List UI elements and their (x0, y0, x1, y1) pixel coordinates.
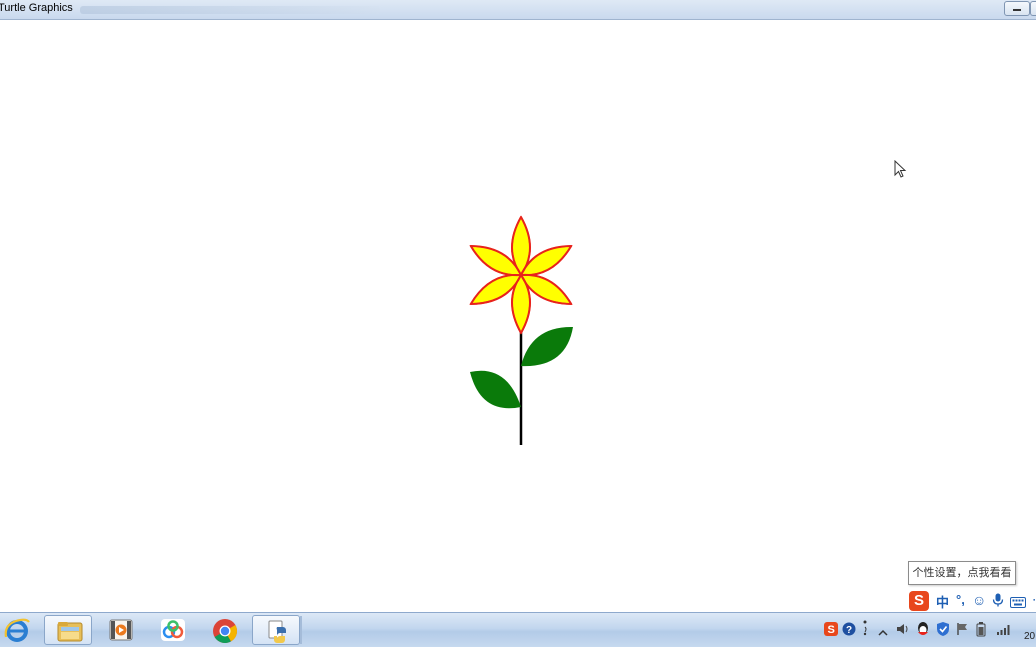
taskbar-python[interactable] (252, 615, 300, 645)
ime-emoji-icon[interactable]: ☺ (972, 592, 986, 608)
taskbar-file-explorer[interactable] (44, 615, 92, 645)
minimize-icon (1013, 9, 1021, 11)
media-player-icon (109, 619, 133, 641)
volume-icon[interactable] (896, 622, 910, 641)
ime-tooltip: 个性设置，点我看看 (908, 561, 1016, 585)
taskbar-divider (300, 616, 302, 644)
taskbar-clock[interactable]: 20 (1024, 631, 1035, 642)
qq-icon[interactable] (916, 621, 930, 642)
ime-more-icon[interactable]: ⋯ (1032, 592, 1036, 608)
python-icon (268, 620, 286, 643)
turtle-canvas[interactable] (0, 20, 1036, 612)
ime-mode-toggle[interactable]: 中 (936, 592, 949, 611)
flower-drawing (469, 215, 573, 445)
leaf-right (521, 326, 573, 367)
start-button[interactable] (2, 615, 32, 645)
svg-text:S: S (828, 624, 835, 636)
security-shield-icon[interactable] (936, 621, 950, 642)
window-title: Turtle Graphics (0, 2, 73, 14)
leaf-left (470, 370, 521, 409)
ime-keyboard-icon[interactable] (1010, 595, 1026, 613)
taskbar-chrome[interactable] (200, 615, 248, 645)
ime-status-bar[interactable]: S 中 °, ☺ ⋯ (908, 590, 1036, 612)
help-tray-icon[interactable]: ? (842, 622, 856, 641)
window-titlebar[interactable]: Turtle Graphics (0, 0, 1036, 20)
ime-punctuation-tray-icon[interactable] (862, 619, 872, 642)
action-center-flag-icon[interactable] (956, 622, 970, 641)
file-explorer-icon (57, 622, 83, 642)
ime-voice-icon[interactable] (992, 593, 1004, 612)
ie-icon (4, 618, 30, 642)
system-tray: S ? 20 (820, 613, 1036, 648)
svg-text:?: ? (846, 625, 852, 636)
titlebar-background-blur (80, 6, 380, 14)
tray-expand-icon[interactable] (878, 624, 888, 642)
baidu-netdisk-icon (161, 619, 185, 641)
sogou-logo-icon[interactable]: S (909, 591, 929, 611)
taskbar-media-player[interactable] (96, 615, 144, 645)
power-battery-icon[interactable] (976, 621, 986, 642)
ime-punctuation-toggle[interactable]: °, (956, 592, 965, 607)
minimize-button[interactable] (1004, 1, 1030, 16)
network-signal-icon[interactable] (996, 623, 1010, 641)
taskbar-netdisk[interactable] (148, 615, 196, 645)
sogou-tray-icon[interactable]: S (824, 622, 838, 641)
taskbar: S ? 20 (0, 612, 1036, 647)
mouse-cursor-icon (894, 160, 907, 178)
chrome-icon (213, 619, 237, 644)
maximize-button[interactable] (1030, 1, 1036, 16)
